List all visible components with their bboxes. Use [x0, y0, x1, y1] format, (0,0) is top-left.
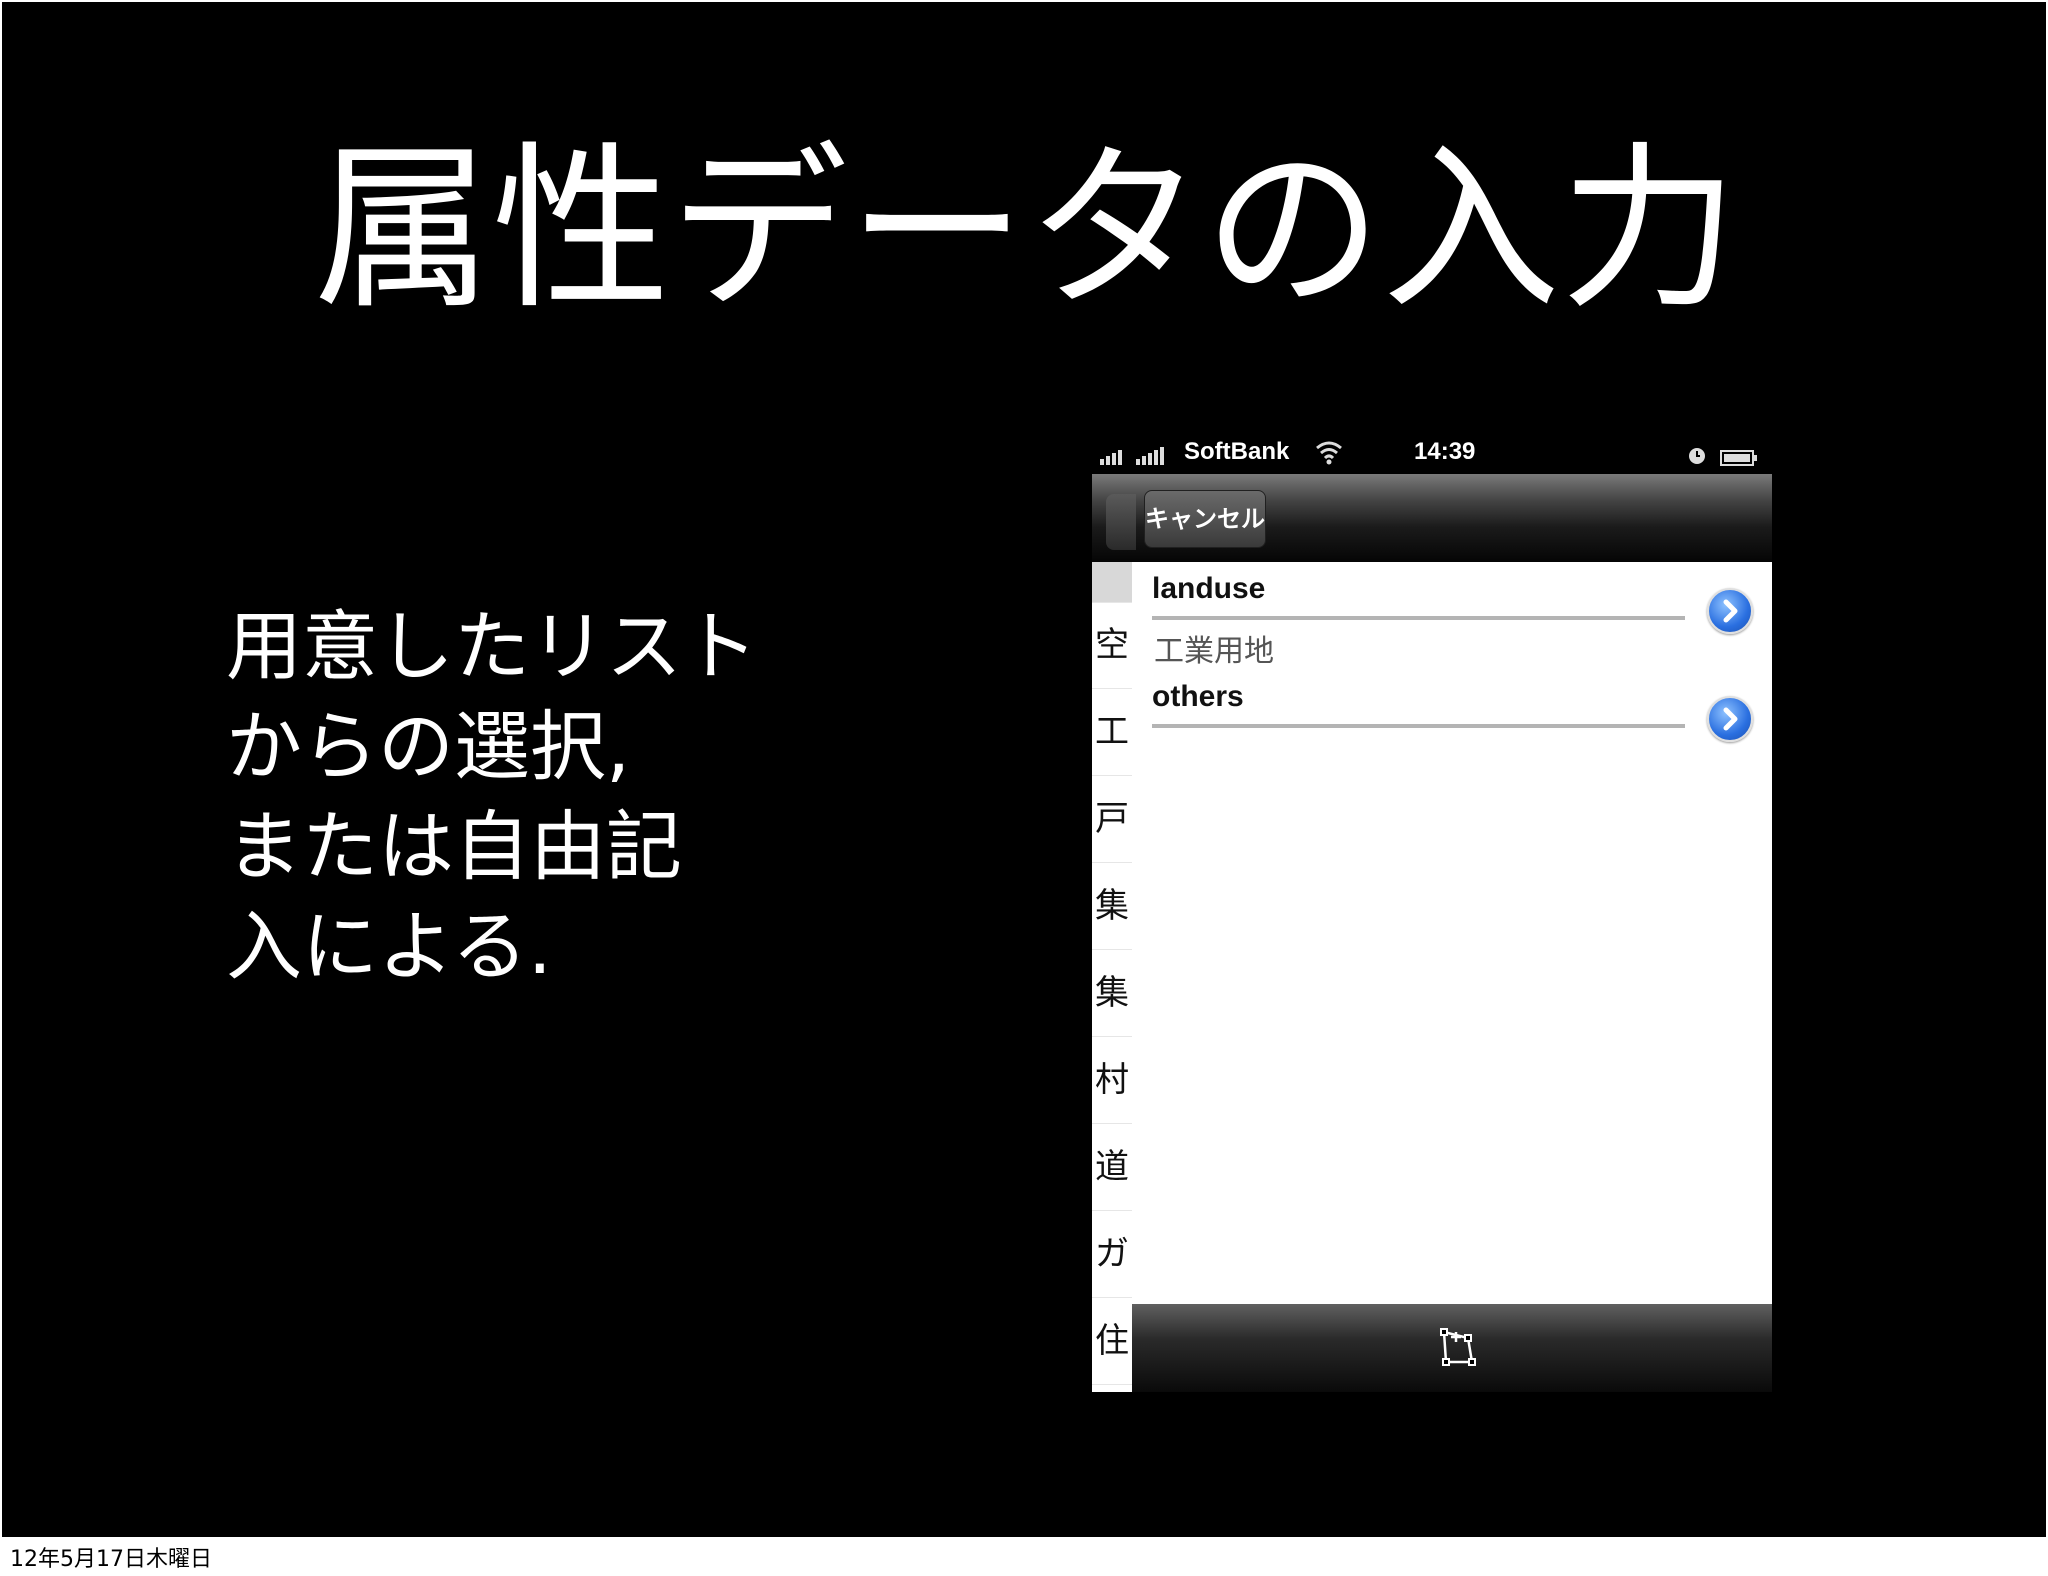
slide: 属性データの入力 用意したリスト からの選択, または自由記 入による. Sof… — [2, 2, 2046, 1537]
field-label: others — [1152, 680, 1244, 713]
list-item[interactable]: 住 — [1092, 1298, 1132, 1385]
chevron-right-icon — [1723, 707, 1738, 731]
battery-icon — [1720, 445, 1758, 466]
status-time: 14:39 — [1414, 438, 1476, 465]
attribute-sheet: landuse 工業用地 others — [1132, 562, 1772, 1304]
chevron-right-icon — [1723, 599, 1738, 623]
status-bar: SoftBank 14:39 — [1092, 430, 1772, 474]
footer-date: 12年5月17日木曜日 — [10, 1547, 212, 1572]
list-item[interactable]: 村 — [1092, 1037, 1132, 1124]
field-value[interactable]: 工業用地 — [1154, 626, 1274, 670]
list-item[interactable]: 工 — [1092, 689, 1132, 776]
cancel-button[interactable]: キャンセル — [1144, 490, 1266, 548]
field-underline — [1152, 724, 1685, 728]
slide-body: 用意したリスト からの選択, または自由記 入による. — [226, 597, 946, 997]
draw-polygon-icon[interactable] — [1436, 1326, 1480, 1370]
field-underline — [1152, 616, 1685, 620]
disclosure-button[interactable] — [1707, 696, 1753, 742]
body-line: からの選択, — [226, 702, 631, 791]
list-item[interactable]: 道 — [1092, 1124, 1132, 1211]
bottom-toolbar — [1132, 1304, 1772, 1392]
navigation-bar: キャンセル — [1092, 474, 1772, 562]
disclosure-button[interactable] — [1707, 588, 1753, 634]
slide-title: 属性データの入力 — [314, 126, 1738, 333]
list-item[interactable]: 空 — [1092, 602, 1132, 689]
list-item[interactable] — [1092, 562, 1132, 603]
field-label: landuse — [1152, 572, 1266, 605]
list-item[interactable]: 集 — [1092, 950, 1132, 1037]
wifi-icon — [1314, 438, 1344, 466]
back-button[interactable] — [1106, 494, 1136, 550]
list-item[interactable]: 戸 — [1092, 776, 1132, 863]
list-item[interactable]: 集 — [1092, 863, 1132, 950]
carrier-name: SoftBank — [1184, 438, 1290, 465]
list-item[interactable]: ガ — [1092, 1211, 1132, 1298]
phone-screenshot: SoftBank 14:39 キャンセル 空 工 戸 集 集 村 道 ガ 住 l… — [1092, 430, 1772, 1392]
signal-strength-icon — [1100, 444, 1180, 465]
body-line: 入による. — [226, 902, 552, 991]
background-list: 空 工 戸 集 集 村 道 ガ 住 — [1092, 562, 1132, 1392]
body-line: 用意したリスト — [226, 602, 758, 691]
body-line: または自由記 — [226, 802, 682, 891]
alarm-icon — [1688, 444, 1706, 464]
